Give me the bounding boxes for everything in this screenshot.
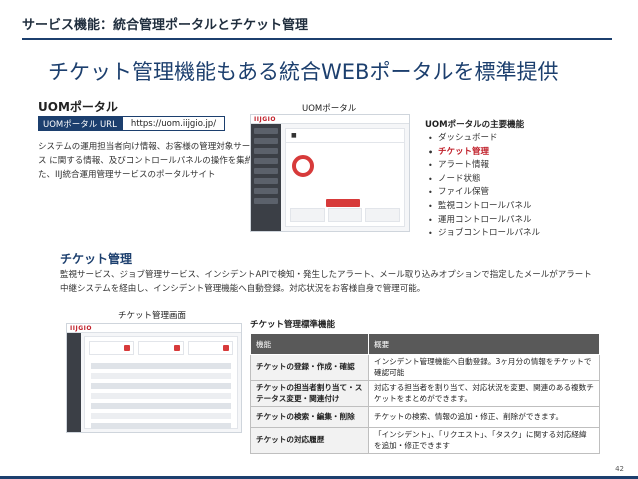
slide-title: サービス機能：統合管理ポータルとチケット管理 — [22, 18, 309, 33]
ticket-stat-card — [187, 341, 233, 355]
page-number: 42 — [615, 465, 624, 473]
portal-screenshot-caption: UOMポータル — [302, 104, 357, 114]
standard-features-table: 機能 概要 チケットの登録・作成・確認 インシデント管理機能へ自動登録。3ヶ月分… — [250, 333, 600, 454]
feature-item: • 監視コントロールパネル — [428, 200, 540, 214]
features-list: • ダッシュボード • チケット管理 • アラート情報 • ノード状態 • ファイル保管 … — [428, 132, 540, 241]
uom-section-title: UOMポータル — [38, 100, 118, 114]
portal-cards — [290, 208, 401, 222]
function-cell: チケットの登録・作成・確認 — [250, 354, 369, 381]
summary-cell: 対応する担当者を割り当て、対応状況を変更、関連のある複数チケットをまとめができま… — [368, 380, 600, 407]
function-cell: チケットの対応履歴 — [250, 427, 369, 454]
ticket-row — [91, 423, 231, 429]
bullet-icon: • — [428, 147, 434, 157]
portal-card — [290, 208, 325, 222]
ticket-section-title: チケット管理 — [60, 252, 133, 266]
bullet-icon: • — [428, 201, 433, 211]
column-header: 機能 — [250, 333, 369, 355]
portal-logo: IIJGIO — [254, 115, 276, 123]
feature-item: • ジョブコントロールパネル — [428, 227, 540, 241]
feature-item-active: • チケット管理 — [428, 146, 540, 160]
portal-sidebar — [251, 124, 281, 231]
table-header-row: 機能 概要 — [250, 333, 600, 355]
portal-sidebar-item — [254, 128, 278, 134]
feature-label: アラート情報 — [438, 160, 490, 171]
portal-sidebar-item — [254, 168, 278, 174]
uom-url-row: UOMポータル URL https://uom.iijgio.jp/ — [38, 116, 226, 131]
table-row: チケットの対応履歴 「インシデント」、「リクエスト」、「タスク」に関する対応経緯… — [250, 427, 600, 454]
ticket-row — [91, 393, 231, 399]
summary-cell: インシデント管理機能へ自動登録。3ヶ月分の情報をチケットで確認可能 — [368, 354, 600, 381]
bullet-icon: • — [428, 188, 433, 198]
table-row: チケットの検索・編集・削除 チケットの検索、情報の追加・修正、削除ができます。 — [250, 406, 600, 428]
ticket-row — [91, 383, 231, 389]
alert-ring-icon — [292, 155, 314, 177]
portal-sidebar-item — [254, 178, 278, 184]
bullet-icon: • — [428, 174, 433, 184]
table-row: チケットの担当者割り当て・ステータス変更・関連付け 対応する担当者を割り当て、対… — [250, 380, 600, 407]
portal-screenshot: IIJGIO ■ — [250, 114, 410, 232]
feature-label: ダッシュボード — [438, 133, 498, 143]
feature-item: • 運用コントロールパネル — [428, 214, 540, 228]
feature-label: ファイル保管 — [438, 187, 490, 198]
feature-item: • ノード状態 — [428, 173, 540, 187]
ticket-stat-card — [138, 341, 184, 355]
feature-item: • アラート情報 — [428, 159, 540, 173]
feature-label: ノード状態 — [438, 173, 481, 184]
portal-alert-widget — [292, 151, 332, 187]
feature-label: ジョブコントロールパネル — [438, 228, 541, 239]
feature-label: 運用コントロールパネル — [438, 214, 532, 225]
standard-features-title: チケット管理標準機能 — [250, 320, 336, 330]
ticket-stat-card — [89, 341, 135, 355]
slide-header: サービス機能：統合管理ポータルとチケット管理 — [22, 14, 618, 33]
ticket-row — [91, 363, 231, 369]
function-cell: チケットの検索・編集・削除 — [250, 406, 369, 428]
bullet-icon: • — [428, 229, 433, 239]
ticket-description: 監視サービス、ジョブ管理サービス、インシデントAPIで検知・発生したアラート、メ… — [60, 270, 592, 294]
summary-cell: 「インシデント」、「リクエスト」、「タスク」に関する対応経緯を追加・修正できます — [368, 427, 600, 454]
ticket-stats — [85, 337, 237, 359]
summary-cell: チケットの検索、情報の追加・修正、削除ができます。 — [368, 406, 600, 428]
ticket-sidebar — [67, 333, 81, 432]
ticket-row — [91, 403, 231, 409]
portal-dashboard-header: ■ — [286, 129, 404, 143]
portal-dashboard: ■ — [285, 128, 405, 227]
ticket-topbar: IIJGIO — [67, 324, 241, 333]
portal-topbar: IIJGIO — [251, 115, 409, 124]
portal-card — [365, 208, 401, 222]
column-header: 概要 — [368, 333, 600, 355]
portal-sidebar-item — [254, 148, 278, 154]
ticket-row — [91, 373, 231, 379]
ticket-list-panel — [84, 336, 238, 429]
bullet-icon: • — [428, 215, 433, 225]
uom-url-link[interactable]: https://uom.iijgio.jp/ — [121, 116, 226, 131]
feature-label: 監視コントロールパネル — [438, 200, 532, 211]
feature-label: チケット管理 — [438, 146, 490, 157]
uom-description: システムの運用担当者向け情報、お客様の管理対象サービス に関する情報、及びコント… — [38, 142, 262, 180]
function-cell: チケットの担当者割り当て・ステータス変更・関連付け — [250, 380, 369, 407]
ticket-screenshot: IIJGIO — [66, 323, 242, 433]
feature-item: • ダッシュボード — [428, 132, 540, 146]
ticket-screenshot-caption: チケット管理画面 — [118, 311, 187, 321]
portal-alert-button — [326, 199, 360, 207]
portal-sidebar-item — [254, 138, 278, 144]
portal-sidebar-item — [254, 188, 278, 194]
portal-sidebar-item — [254, 158, 278, 164]
headline: チケット管理機能もある統合WEBポータルを標準提供 — [48, 60, 559, 84]
bullet-icon: • — [428, 134, 433, 143]
ticket-row — [91, 413, 231, 419]
uom-url-label: UOMポータル URL — [38, 116, 122, 131]
table-row: チケットの登録・作成・確認 インシデント管理機能へ自動登録。3ヶ月分の情報をチケ… — [250, 354, 600, 381]
portal-card — [327, 208, 363, 222]
header-divider — [22, 38, 612, 40]
ticket-logo: IIJGIO — [70, 324, 92, 332]
features-title: UOMポータルの主要機能 — [425, 120, 525, 130]
feature-item: • ファイル保管 — [428, 186, 540, 200]
bullet-icon: • — [428, 161, 433, 171]
portal-sidebar-item — [254, 198, 278, 204]
